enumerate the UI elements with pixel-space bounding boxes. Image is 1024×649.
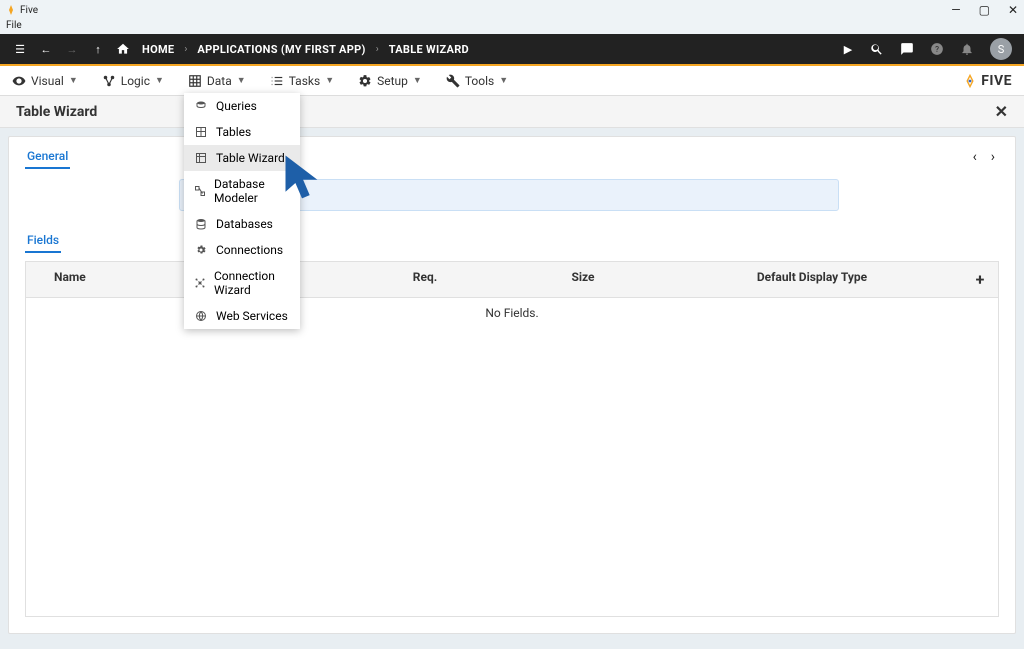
nav-data-label: Data [207, 74, 232, 88]
fields-table-header: Name Req. Size Default Display Type + [25, 261, 999, 297]
app-title: Five [20, 5, 38, 16]
menu-web-services[interactable]: Web Services [184, 303, 300, 329]
column-req: Req. [346, 262, 504, 297]
nav-visual[interactable]: Visual▼ [12, 74, 78, 88]
column-type: Default Display Type [662, 262, 962, 297]
avatar[interactable]: S [990, 38, 1012, 60]
editor-panel: General ‹ › Fields Name Req. Size Defaul… [8, 136, 1016, 634]
fields-table-body: No Fields. [25, 297, 999, 617]
database-modeler-icon [194, 184, 206, 198]
brand-label: FIVE [981, 73, 1012, 89]
tables-icon [194, 125, 208, 139]
menu-databases-label: Databases [216, 217, 273, 231]
nav-setup[interactable]: Setup▼ [358, 74, 422, 88]
menu-connection-wizard[interactable]: Connection Wizard [184, 263, 300, 303]
svg-text:?: ? [935, 44, 939, 54]
nav-tools[interactable]: Tools▼ [446, 74, 508, 88]
file-menu[interactable]: File [0, 20, 1024, 34]
breadcrumb-home[interactable]: HOME [142, 43, 174, 56]
nav-logic-label: Logic [121, 74, 150, 88]
menu-connection-wizard-label: Connection Wizard [214, 269, 290, 297]
menu-connections-label: Connections [216, 243, 283, 257]
add-field-button[interactable]: + [962, 262, 998, 297]
brand-logo: FIVE [963, 73, 1012, 89]
menu-icon[interactable]: ☰ [12, 43, 28, 56]
menu-tables-label: Tables [216, 125, 251, 139]
tab-general[interactable]: General [25, 145, 70, 169]
forward-icon: → [64, 43, 80, 56]
column-size: Size [504, 262, 662, 297]
tab-fields[interactable]: Fields [25, 229, 61, 253]
home-icon[interactable] [116, 42, 132, 56]
nav-setup-label: Setup [377, 74, 408, 88]
chevron-right-icon: › [184, 44, 187, 55]
page-title: Table Wizard [16, 104, 97, 120]
nav-tasks-label: Tasks [289, 74, 321, 88]
table-wizard-icon [194, 151, 208, 165]
web-services-icon [194, 309, 208, 323]
next-record-icon[interactable]: › [987, 147, 999, 167]
breadcrumb-applications[interactable]: APPLICATIONS (MY FIRST APP) [197, 43, 365, 56]
menu-queries-label: Queries [216, 99, 257, 113]
connections-icon [194, 243, 208, 257]
connection-wizard-icon [194, 276, 206, 290]
breadcrumb-table-wizard[interactable]: TABLE WIZARD [389, 43, 469, 56]
menu-databases[interactable]: Databases [184, 211, 300, 237]
nav-logic[interactable]: Logic▼ [102, 74, 164, 88]
empty-message: No Fields. [485, 306, 538, 320]
page-header: Table Wizard ✕ [0, 96, 1024, 128]
help-icon[interactable]: ? [930, 42, 946, 56]
cursor-pointer-icon [280, 150, 335, 205]
chevron-right-icon: › [376, 44, 379, 55]
menu-tables[interactable]: Tables [184, 119, 300, 145]
menu-table-wizard-label: Table Wizard [216, 151, 285, 165]
data-dropdown: Queries Tables Table Wizard Database Mod… [184, 93, 300, 329]
bell-icon[interactable] [960, 42, 976, 56]
databases-icon [194, 217, 208, 231]
window-close-button[interactable]: ✕ [1008, 3, 1018, 17]
chat-icon[interactable] [900, 42, 916, 56]
back-icon[interactable]: ← [38, 43, 54, 56]
secondary-nav: Visual▼ Logic▼ Data▼ Tasks▼ Setup▼ Tools… [0, 66, 1024, 96]
prev-record-icon[interactable]: ‹ [969, 147, 981, 167]
nav-tasks[interactable]: Tasks▼ [270, 74, 334, 88]
window-minimize-button[interactable]: — [951, 3, 960, 17]
nav-tools-label: Tools [465, 74, 494, 88]
menu-database-modeler-label: Database Modeler [214, 177, 290, 205]
menu-web-services-label: Web Services [216, 309, 288, 323]
close-icon[interactable]: ✕ [995, 102, 1008, 121]
menu-connections[interactable]: Connections [184, 237, 300, 263]
nav-visual-label: Visual [31, 74, 64, 88]
up-icon[interactable]: ↑ [90, 43, 106, 56]
search-icon[interactable] [870, 42, 886, 56]
five-logo-icon [963, 74, 977, 88]
queries-icon [194, 99, 208, 113]
window-maximize-button[interactable]: ▢ [979, 3, 990, 17]
play-icon[interactable]: ▶ [840, 43, 856, 56]
menu-queries[interactable]: Queries [184, 93, 300, 119]
os-title-bar: Five — ▢ ✕ [0, 0, 1024, 20]
app-logo-icon [6, 5, 16, 15]
nav-data[interactable]: Data▼ [188, 74, 246, 88]
main-nav: ☰ ← → ↑ HOME › APPLICATIONS (MY FIRST AP… [0, 34, 1024, 64]
